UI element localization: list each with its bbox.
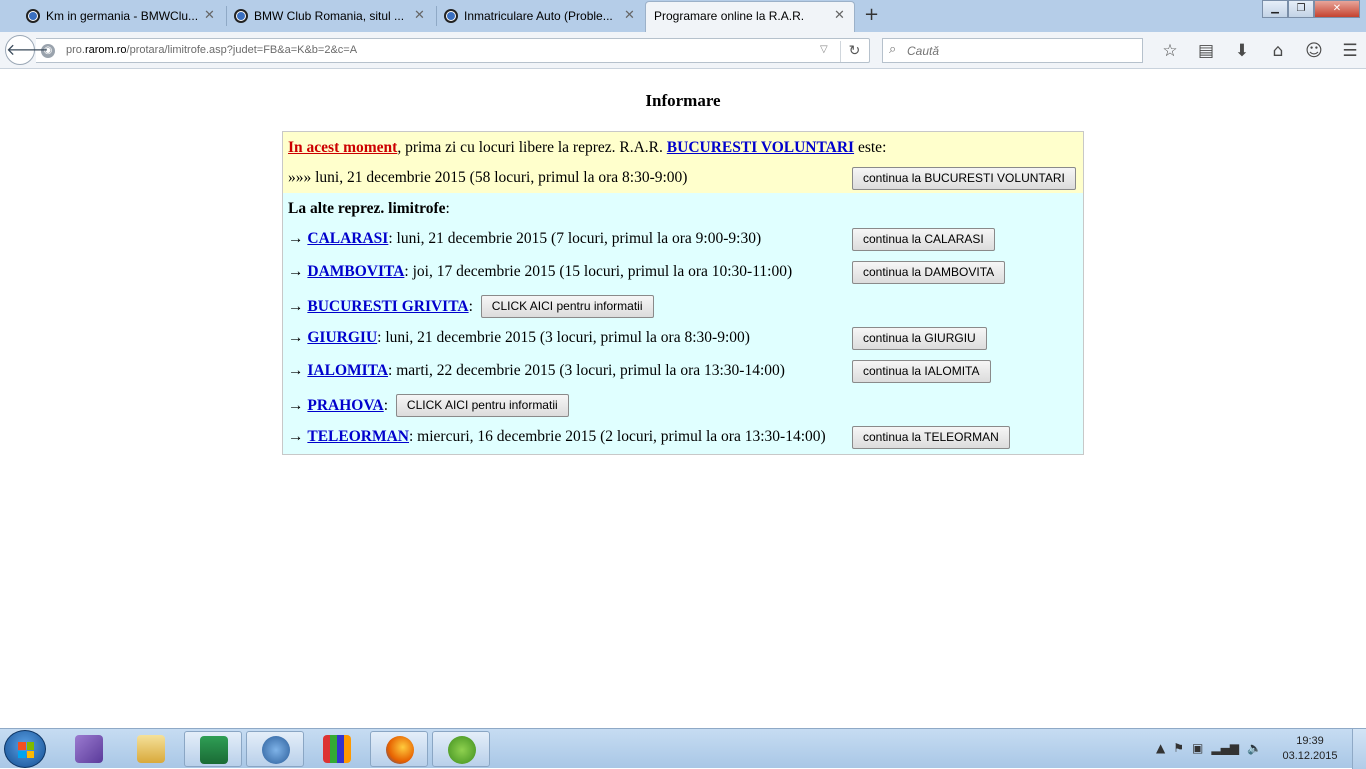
info-bucuresti-grivita-button[interactable]: CLICK AICI pentru informatii [480, 295, 654, 318]
continue-ialomita-button[interactable]: continua la IALOMITA [852, 360, 991, 383]
firefox-icon [386, 736, 414, 764]
security-icon[interactable]: ▣ [1192, 741, 1203, 755]
window-controls: ▁ ❐ ✕ [1262, 0, 1360, 18]
taskbar-file-explorer[interactable] [122, 731, 180, 767]
start-button[interactable] [4, 730, 46, 768]
moment-link[interactable]: In acest moment [288, 139, 397, 156]
back-arrow-icon: 🡐 [6, 40, 49, 59]
restore-button[interactable]: ❐ [1288, 0, 1314, 18]
visual-studio-icon [75, 735, 103, 763]
navigation-bar: ◉ pro.rarom.ro/protara/limitrofe.asp?jud… [0, 32, 1366, 69]
menu-icon[interactable]: ☰ [1332, 40, 1366, 62]
continue-bucuresti-voluntari-button[interactable]: continua la BUCURESTI VOLUNTARI [852, 167, 1076, 190]
minimize-button[interactable]: ▁ [1262, 0, 1288, 18]
office-row-calarasi: → CALARASI: luni, 21 decembrie 2015 (7 l… [288, 230, 762, 247]
back-button[interactable]: 🡐 [5, 35, 49, 65]
download-icon[interactable]: ⬇ [1224, 40, 1260, 62]
office-row-prahova: → PRAHOVA: CLICK AICI pentru informatii [288, 394, 569, 418]
excel-icon [200, 736, 228, 764]
clock-date: 03.12.2015 [1282, 750, 1338, 762]
clock[interactable]: 19:39 03.12.2015 [1280, 734, 1340, 764]
continue-dambovita-button[interactable]: continua la DAMBOVITA [852, 261, 1006, 284]
office-row-teleorman: → TELEORMAN: miercuri, 16 decembrie 2015… [288, 428, 826, 445]
url-text[interactable]: pro.rarom.ro/protara/limitrofe.asp?judet… [66, 44, 357, 56]
page-content: Informare In acest moment, prima zi cu l… [0, 70, 1366, 728]
current-date-line: »»» luni, 21 decembrie 2015 (58 locuri, … [288, 169, 688, 186]
system-tray: ▲ ⚑ ▣ ▂▄▆ 🔈 [1156, 741, 1262, 755]
taskbar-utorrent[interactable] [432, 731, 490, 767]
file-explorer-icon [137, 735, 165, 763]
tab-label: Programare online la R.A.R. [654, 9, 805, 23]
tab-label: Km in germania - BMWClu... [46, 9, 199, 23]
close-tab-icon[interactable]: ✕ [834, 8, 845, 23]
home-icon[interactable]: ⌂ [1260, 40, 1296, 62]
tab-bmwclub-germania[interactable]: Km in germania - BMWClu... ✕ [0, 2, 226, 31]
windows-logo-icon [18, 742, 34, 758]
window-close-button[interactable]: ✕ [1314, 0, 1360, 18]
thunderbird-icon [262, 736, 290, 764]
taskbar-chart-app[interactable] [308, 731, 366, 767]
volume-icon[interactable]: 🔈 [1247, 741, 1262, 755]
address-bar[interactable]: ◉ pro.rarom.ro/protara/limitrofe.asp?jud… [36, 38, 870, 63]
taskbar-visual-studio[interactable] [60, 731, 118, 767]
reload-icon[interactable]: ↻ [840, 41, 868, 62]
office-link-teleorman[interactable]: TELEORMAN [307, 428, 409, 445]
toolbar-icons: ☆ ▤ ⬇ ⌂ ☺ ☰ [1152, 40, 1366, 62]
others-heading: La alte reprez. limitrofe: [288, 200, 450, 217]
network-icon[interactable]: ▂▄▆ [1211, 741, 1239, 755]
search-bar[interactable]: ⌕ [882, 38, 1143, 63]
taskbar-firefox[interactable] [370, 731, 428, 767]
tab-bmwclub-romania[interactable]: BMW Club Romania, situl ... ✕ [208, 2, 434, 31]
current-availability-line: In acest moment, prima zi cu locuri libe… [288, 139, 887, 156]
office-row-ialomita: → IALOMITA: marti, 22 decembrie 2015 (3 … [288, 362, 785, 379]
office-link-dambovita[interactable]: DAMBOVITA [307, 263, 404, 280]
search-icon: ⌕ [889, 42, 897, 57]
office-link-ialomita[interactable]: IALOMITA [307, 362, 388, 379]
star-icon[interactable]: ☆ [1152, 40, 1188, 62]
tab-label: BMW Club Romania, situl ... [254, 9, 405, 23]
office-link-calarasi[interactable]: CALARASI [307, 230, 388, 247]
action-center-icon[interactable]: ⚑ [1173, 741, 1184, 755]
tab-label: Inmatriculare Auto (Proble... [464, 9, 613, 23]
taskbar: ▲ ⚑ ▣ ▂▄▆ 🔈 19:39 03.12.2015 [0, 728, 1366, 769]
tab-strip: Km in germania - BMWClu... ✕ BMW Club Ro… [0, 0, 1366, 32]
close-tab-icon[interactable]: ✕ [624, 8, 635, 23]
show-hidden-icons-icon[interactable]: ▲ [1156, 741, 1165, 755]
show-desktop-button[interactable] [1352, 729, 1366, 769]
history-dropdown-icon[interactable]: ▽ [820, 44, 828, 55]
office-row-giurgiu: → GIURGIU: luni, 21 decembrie 2015 (3 lo… [288, 329, 750, 346]
office-link-bucuresti-voluntari[interactable]: BUCURESTI VOLUNTARI [667, 139, 854, 156]
tab-programare-rar[interactable]: Programare online la R.A.R. ✕ [645, 1, 855, 32]
globe-icon [26, 9, 40, 23]
reading-list-icon[interactable]: ▤ [1188, 40, 1224, 62]
office-row-bucuresti-grivita: → BUCURESTI GRIVITA: CLICK AICI pentru i… [288, 295, 654, 319]
globe-icon [234, 9, 248, 23]
office-row-dambovita: → DAMBOVITA: joi, 17 decembrie 2015 (15 … [288, 263, 793, 280]
new-tab-button[interactable]: + [864, 4, 879, 25]
globe-icon [444, 9, 458, 23]
hello-icon[interactable]: ☺ [1296, 40, 1332, 62]
chart-app-icon [323, 735, 351, 763]
taskbar-excel[interactable] [184, 731, 242, 767]
office-link-bucuresti-grivita[interactable]: BUCURESTI GRIVITA [307, 298, 468, 315]
continue-teleorman-button[interactable]: continua la TELEORMAN [852, 426, 1010, 449]
office-link-giurgiu[interactable]: GIURGIU [307, 329, 377, 346]
clock-time: 19:39 [1296, 735, 1324, 747]
office-link-prahova[interactable]: PRAHOVA [307, 397, 383, 414]
tab-inmatriculare[interactable]: Inmatriculare Auto (Proble... ✕ [418, 2, 644, 31]
search-input[interactable] [907, 42, 1137, 60]
page-title: Informare [645, 91, 721, 110]
taskbar-thunderbird[interactable] [246, 731, 304, 767]
utorrent-icon [448, 736, 476, 764]
info-box: In acest moment, prima zi cu locuri libe… [282, 131, 1084, 455]
continue-giurgiu-button[interactable]: continua la GIURGIU [852, 327, 987, 350]
continue-calarasi-button[interactable]: continua la CALARASI [852, 228, 995, 251]
info-prahova-button[interactable]: CLICK AICI pentru informatii [395, 394, 569, 417]
